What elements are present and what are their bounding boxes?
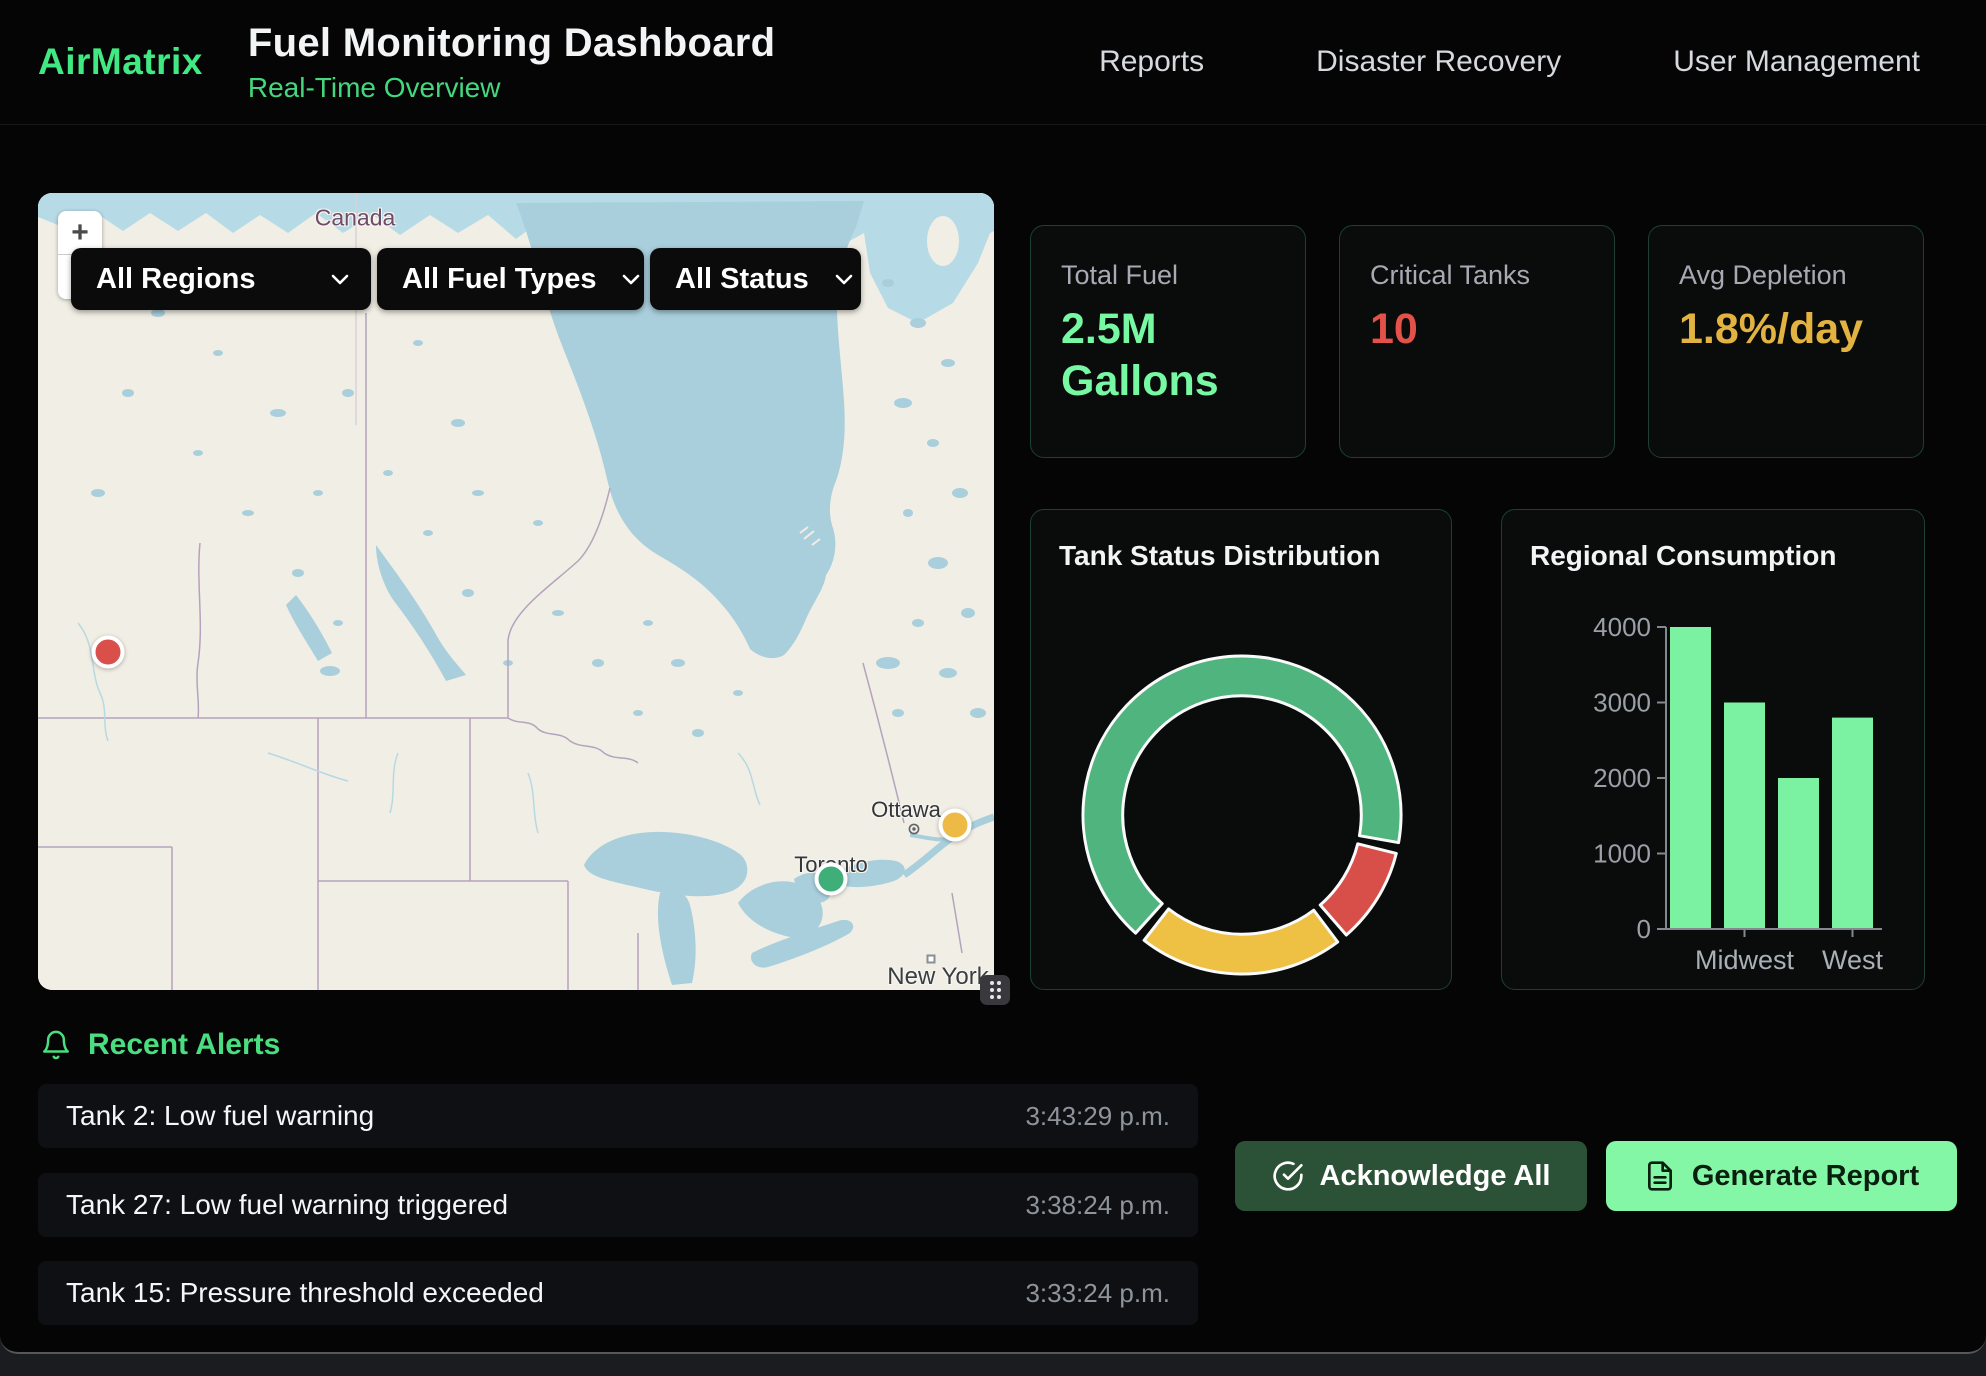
recent-alerts-title: Recent Alerts xyxy=(88,1028,280,1062)
alert-message: Tank 2: Low fuel warning xyxy=(66,1100,374,1132)
nav-user-management[interactable]: User Management xyxy=(1673,45,1920,79)
y-axis-tick-label: 2000 xyxy=(1593,763,1651,793)
main-nav: Reports Disaster Recovery User Managemen… xyxy=(1099,45,1920,79)
alert-timestamp: 3:38:24 p.m. xyxy=(1025,1190,1170,1221)
generate-report-label: Generate Report xyxy=(1692,1160,1919,1193)
fuel-monitoring-dashboard: AirMatrix Fuel Monitoring Dashboard Real… xyxy=(0,0,1986,1376)
acknowledge-all-label: Acknowledge All xyxy=(1320,1160,1551,1193)
y-axis-tick-label: 1000 xyxy=(1593,839,1651,869)
stat-label: Total Fuel xyxy=(1061,260,1275,291)
donut-slice-warning[interactable] xyxy=(1144,909,1338,974)
stat-label: Avg Depletion xyxy=(1679,260,1893,291)
stat-label: Critical Tanks xyxy=(1370,260,1584,291)
bar-region-3[interactable] xyxy=(1778,778,1819,929)
recent-alerts-heading: Recent Alerts xyxy=(40,1028,280,1062)
alert-row[interactable]: Tank 27: Low fuel warning triggered 3:38… xyxy=(38,1173,1198,1237)
bar-region-1[interactable] xyxy=(1670,627,1711,929)
region-filter-dropdown[interactable]: All Regions xyxy=(71,248,371,310)
stat-value-critical-tanks: 10 xyxy=(1370,303,1584,355)
resize-grip-handle[interactable] xyxy=(980,975,1010,1005)
acknowledge-all-button[interactable]: Acknowledge All xyxy=(1235,1141,1587,1211)
alert-timestamp: 3:43:29 p.m. xyxy=(1025,1101,1170,1132)
chevron-down-icon xyxy=(835,274,853,285)
stat-value-avg-depletion: 1.8%/​day xyxy=(1679,303,1893,355)
chevron-down-icon xyxy=(622,274,640,285)
map-label-ottawa: Ottawa xyxy=(871,797,941,823)
alert-message: Tank 15: Pressure threshold exceeded xyxy=(66,1277,544,1309)
tank-marker-critical[interactable] xyxy=(92,636,125,669)
map-label-new-york: New York xyxy=(887,963,988,990)
y-axis-tick-label: 3000 xyxy=(1593,688,1651,718)
town-icon xyxy=(907,822,921,836)
x-axis-tick-label: West xyxy=(1822,945,1884,975)
nav-reports[interactable]: Reports xyxy=(1099,45,1204,79)
donut-slice-critical[interactable] xyxy=(1320,844,1396,935)
y-axis-tick-label: 4000 xyxy=(1593,612,1651,642)
stat-card-critical-tanks: Critical Tanks 10 xyxy=(1339,225,1615,458)
region-filter-value: All Regions xyxy=(96,263,256,296)
brand-logo[interactable]: AirMatrix xyxy=(38,41,203,83)
alert-message: Tank 27: Low fuel warning triggered xyxy=(66,1189,508,1221)
status-filter-dropdown[interactable]: All Status xyxy=(650,248,861,310)
bar-Midwest[interactable] xyxy=(1724,703,1765,930)
title-block: Fuel Monitoring Dashboard Real-Time Over… xyxy=(248,21,775,104)
header: AirMatrix Fuel Monitoring Dashboard Real… xyxy=(0,0,1986,125)
tank-status-distribution-card: Tank Status Distribution xyxy=(1030,509,1452,990)
map[interactable]: + − All Regions All Fuel Types All Statu… xyxy=(38,193,994,990)
x-axis-tick-label: Midwest xyxy=(1695,945,1795,975)
check-circle-icon xyxy=(1272,1160,1304,1192)
tank-marker-warning[interactable] xyxy=(939,809,972,842)
regional-consumption-card: Regional Consumption 0 1000 2000 3000 4000 Mi… xyxy=(1501,509,1925,990)
generate-report-button[interactable]: Generate Report xyxy=(1606,1141,1957,1211)
bell-icon xyxy=(40,1028,72,1062)
stat-value-total-fuel: 2.5M Gallons xyxy=(1061,303,1275,408)
stat-card-avg-depletion: Avg Depletion 1.8%/​day xyxy=(1648,225,1924,458)
tank-marker-normal[interactable] xyxy=(815,863,848,896)
tank-status-donut-chart xyxy=(1031,510,1453,991)
fuel-type-filter-value: All Fuel Types xyxy=(402,263,596,296)
regional-consumption-bar-chart: 0 1000 2000 3000 4000 Midwest West xyxy=(1502,510,1926,991)
y-axis-tick-label: 0 xyxy=(1637,914,1651,944)
nav-disaster-recovery[interactable]: Disaster Recovery xyxy=(1316,45,1561,79)
bar-chart-title: Regional Consumption xyxy=(1530,540,1836,572)
map-label-canada: Canada xyxy=(315,205,396,232)
chevron-down-icon xyxy=(331,274,349,285)
alert-row[interactable]: Tank 15: Pressure threshold exceeded 3:3… xyxy=(38,1261,1198,1325)
app-window: AirMatrix Fuel Monitoring Dashboard Real… xyxy=(0,0,1986,1354)
bar-West[interactable] xyxy=(1832,718,1873,929)
map-filters: All Regions All Fuel Types All Status xyxy=(71,248,861,310)
document-icon xyxy=(1644,1160,1676,1192)
page-title: Fuel Monitoring Dashboard xyxy=(248,21,775,66)
alert-timestamp: 3:33:24 p.m. xyxy=(1025,1278,1170,1309)
status-filter-value: All Status xyxy=(675,263,809,296)
alert-row[interactable]: Tank 2: Low fuel warning 3:43:29 p.m. xyxy=(38,1084,1198,1148)
page-subtitle: Real-Time Overview xyxy=(248,72,775,104)
donut-chart-title: Tank Status Distribution xyxy=(1059,540,1381,572)
stat-card-total-fuel: Total Fuel 2.5M Gallons xyxy=(1030,225,1306,458)
fuel-type-filter-dropdown[interactable]: All Fuel Types xyxy=(377,248,644,310)
